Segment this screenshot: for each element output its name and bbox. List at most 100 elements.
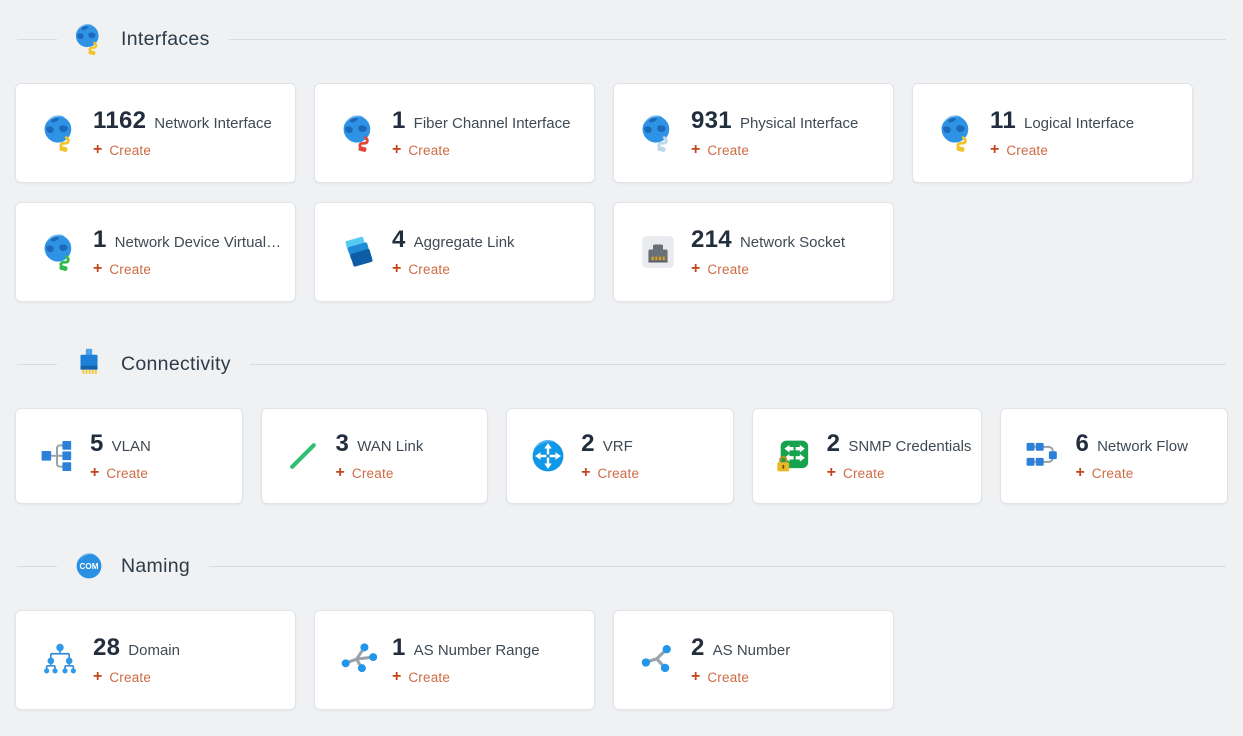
card-stat-link[interactable]: 2 AS Number [691, 634, 790, 662]
card-count: 3 [336, 430, 350, 458]
vlan-tree-icon [37, 436, 77, 476]
card-stat-link[interactable]: 28 Domain [93, 634, 180, 662]
create-link[interactable]: + Create [1075, 465, 1133, 481]
card-logical-interface[interactable]: 11 Logical Interface + Create [912, 83, 1193, 183]
create-link[interactable]: + Create [336, 465, 394, 481]
card-count: 2 [581, 430, 595, 458]
card-stat-link[interactable]: 2 SNMP Credentials [827, 430, 972, 458]
create-label: Create [1006, 143, 1048, 158]
globe-cable-yellow-icon [72, 22, 106, 56]
card-stat-link[interactable]: 6 Network Flow [1075, 430, 1188, 458]
card-wan-link[interactable]: 3 WAN Link + Create [261, 408, 489, 504]
card-aggregate-link[interactable]: 4 Aggregate Link + Create [314, 202, 595, 302]
create-link[interactable]: + Create [990, 142, 1048, 158]
card-label: AS Number [713, 642, 791, 659]
card-network-flow[interactable]: 6 Network Flow + Create [1000, 408, 1228, 504]
globe-cable-yellow-icon [40, 113, 80, 153]
card-label: AS Number Range [414, 642, 540, 659]
create-link[interactable]: + Create [691, 142, 749, 158]
svg-text:COM: COM [80, 562, 99, 571]
card-label: SNMP Credentials [848, 438, 971, 455]
card-stat-link[interactable]: 1162 Network Interface [93, 107, 272, 135]
section-connectivity: Connectivity 5 VLAN + Create 3 [15, 347, 1228, 504]
card-count: 1 [392, 107, 406, 135]
card-network-device-virtual[interactable]: 1 Network Device Virtual… + Create [15, 202, 296, 302]
card-stat-link[interactable]: 931 Physical Interface [691, 107, 858, 135]
wan-link-icon [283, 436, 323, 476]
create-label: Create [408, 670, 450, 685]
card-stat-link[interactable]: 2 VRF [581, 430, 639, 458]
card-grid: 28 Domain + Create 1 AS Number Range + [15, 610, 1228, 710]
create-label: Create [1092, 466, 1134, 481]
card-physical-interface[interactable]: 931 Physical Interface + Create [613, 83, 894, 183]
card-stat-link[interactable]: 3 WAN Link [336, 430, 424, 458]
plus-icon: + [93, 142, 102, 158]
create-label: Create [843, 466, 885, 481]
card-stat-link[interactable]: 1 AS Number Range [392, 634, 540, 662]
section-interfaces: Interfaces 1162 Network Interface + Crea… [15, 22, 1228, 302]
card-stat-link[interactable]: 1 Network Device Virtual… [93, 226, 281, 254]
section-header: COM Naming [17, 549, 1226, 583]
create-link[interactable]: + Create [90, 465, 148, 481]
create-link[interactable]: + Create [581, 465, 639, 481]
create-label: Create [109, 143, 151, 158]
create-link[interactable]: + Create [93, 261, 151, 277]
card-stat-link[interactable]: 5 VLAN [90, 430, 151, 458]
vrf-router-icon [528, 436, 568, 476]
plus-icon: + [392, 261, 401, 277]
globe-cable-yellow-icon [937, 113, 977, 153]
as-number-range-icon [339, 640, 379, 680]
card-vrf[interactable]: 2 VRF + Create [506, 408, 734, 504]
as-number-icon [638, 640, 678, 680]
divider-line [209, 566, 1226, 567]
plus-icon: + [392, 669, 401, 685]
aggregate-link-icon [339, 232, 379, 272]
create-label: Create [109, 262, 151, 277]
plus-icon: + [1075, 465, 1084, 481]
create-link[interactable]: + Create [93, 142, 151, 158]
create-link[interactable]: + Create [392, 261, 450, 277]
network-flow-icon [1022, 436, 1062, 476]
plus-icon: + [827, 465, 836, 481]
card-stat-link[interactable]: 4 Aggregate Link [392, 226, 515, 254]
create-label: Create [109, 670, 151, 685]
globe-cable-green-icon [40, 232, 80, 272]
section-header: Connectivity [17, 347, 1226, 381]
card-domain[interactable]: 28 Domain + Create [15, 610, 296, 710]
card-count: 214 [691, 226, 732, 254]
create-link[interactable]: + Create [392, 142, 450, 158]
card-stat-link[interactable]: 11 Logical Interface [990, 107, 1134, 135]
card-network-interface[interactable]: 1162 Network Interface + Create [15, 83, 296, 183]
section-header: Interfaces [17, 22, 1226, 56]
create-link[interactable]: + Create [93, 669, 151, 685]
globe-cable-red-icon [339, 113, 379, 153]
card-as-number-range[interactable]: 1 AS Number Range + Create [314, 610, 595, 710]
card-grid: 1162 Network Interface + Create 1 Fiber … [15, 83, 1228, 302]
create-label: Create [408, 143, 450, 158]
card-stat-link[interactable]: 1 Fiber Channel Interface [392, 107, 570, 135]
divider-line [17, 364, 57, 365]
divider-line [250, 364, 1226, 365]
create-label: Create [352, 466, 394, 481]
card-network-socket[interactable]: 214 Network Socket + Create [613, 202, 894, 302]
card-label: VRF [603, 438, 633, 455]
plus-icon: + [90, 465, 99, 481]
card-label: Fiber Channel Interface [414, 115, 571, 132]
card-stat-link[interactable]: 214 Network Socket [691, 226, 845, 254]
card-count: 11 [990, 107, 1016, 135]
create-link[interactable]: + Create [691, 261, 749, 277]
create-label: Create [408, 262, 450, 277]
create-link[interactable]: + Create [392, 669, 450, 685]
card-vlan[interactable]: 5 VLAN + Create [15, 408, 243, 504]
card-snmp-credentials[interactable]: 2 SNMP Credentials + Create [752, 408, 983, 504]
plus-icon: + [691, 142, 700, 158]
globe-cable-pale-icon [638, 113, 678, 153]
create-link[interactable]: + Create [691, 669, 749, 685]
create-link[interactable]: + Create [827, 465, 885, 481]
card-count: 931 [691, 107, 732, 135]
create-label: Create [707, 143, 749, 158]
card-as-number[interactable]: 2 AS Number + Create [613, 610, 894, 710]
divider-line [17, 566, 57, 567]
card-fiber-channel-interface[interactable]: 1 Fiber Channel Interface + Create [314, 83, 595, 183]
plus-icon: + [336, 465, 345, 481]
